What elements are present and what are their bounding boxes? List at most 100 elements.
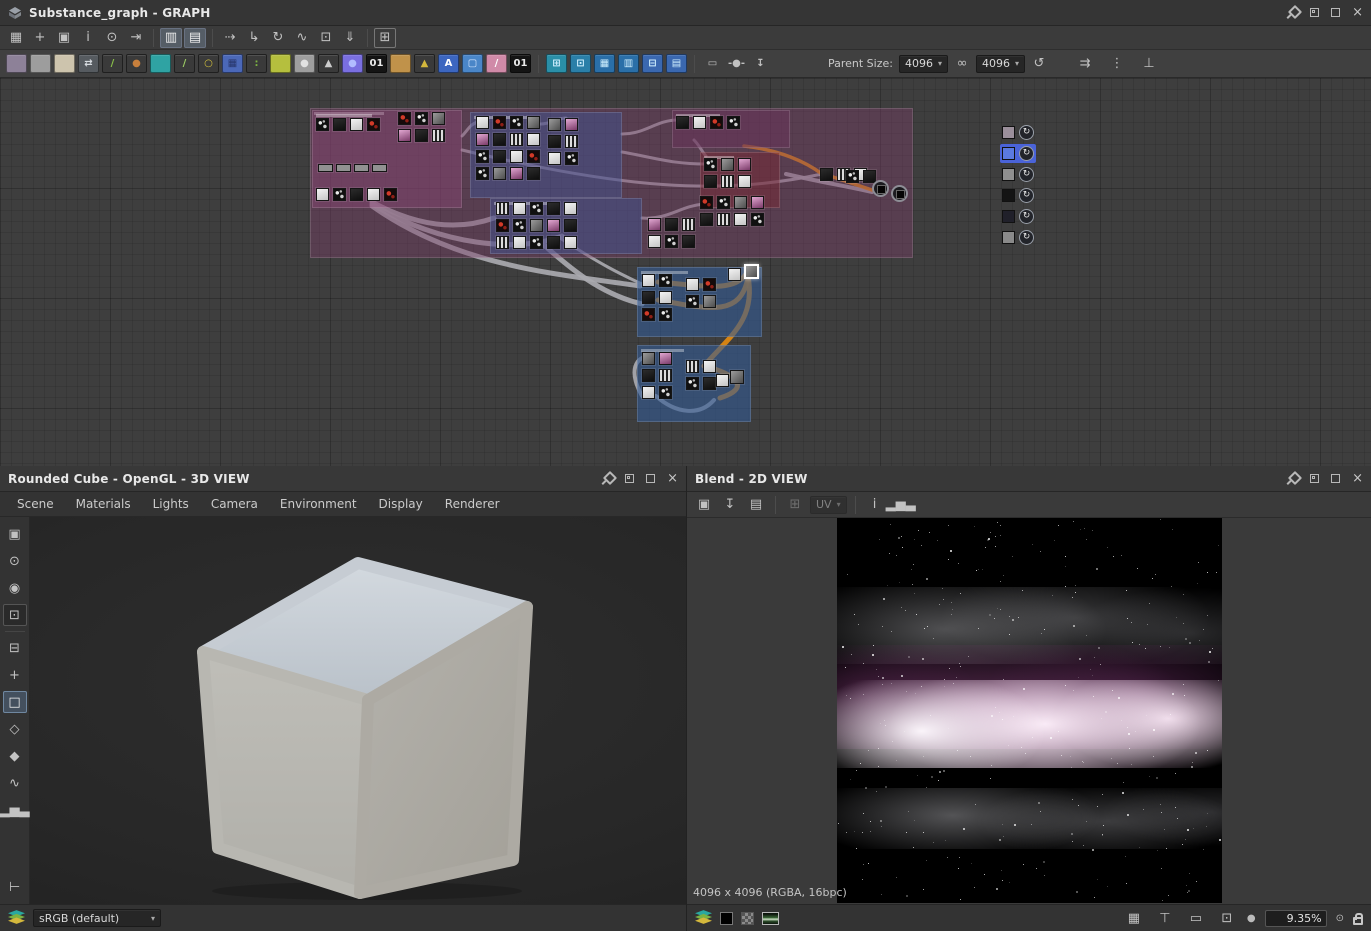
graph-node[interactable]: [642, 291, 655, 304]
graph-node[interactable]: [510, 167, 523, 180]
graph-node[interactable]: [728, 268, 741, 281]
focus-output-icon[interactable]: ⇥: [125, 28, 147, 48]
graph-node[interactable]: [372, 164, 387, 172]
close-icon[interactable]: ×: [667, 472, 678, 485]
curve-node-icon[interactable]: /: [102, 54, 123, 73]
graph-output-row[interactable]: ↻: [1000, 123, 1036, 142]
graph-node[interactable]: [493, 150, 506, 163]
graph-node[interactable]: [730, 370, 744, 384]
graph-node[interactable]: [686, 360, 699, 373]
graph-node[interactable]: [682, 235, 695, 248]
graph-node[interactable]: [367, 118, 380, 131]
bitmap-node-icon[interactable]: [6, 54, 27, 73]
transform-node-icon[interactable]: [150, 54, 171, 73]
graph-node[interactable]: [682, 218, 695, 231]
alpha-checker-icon[interactable]: [741, 912, 754, 925]
graph-node[interactable]: [734, 196, 747, 209]
beige-blob-node-icon[interactable]: [54, 54, 75, 73]
graph-node[interactable]: [721, 175, 734, 188]
graph-node[interactable]: [350, 188, 363, 201]
graph-node[interactable]: [565, 135, 578, 148]
graph-node[interactable]: [510, 150, 523, 163]
wrench-icon[interactable]: ∿: [3, 772, 27, 794]
graph-output-node[interactable]: [891, 185, 908, 202]
graph-node[interactable]: [703, 377, 716, 390]
graph-node[interactable]: [510, 116, 523, 129]
texture-preview[interactable]: [837, 518, 1222, 903]
graph-node[interactable]: [564, 236, 577, 249]
link-mode-curved-icon[interactable]: ▤: [184, 28, 206, 48]
graph-node[interactable]: [336, 164, 351, 172]
graph-node[interactable]: [415, 129, 428, 142]
graph-node[interactable]: [527, 167, 540, 180]
graph-output-row[interactable]: ↻: [1000, 207, 1036, 226]
graph-node[interactable]: [350, 118, 363, 131]
material-ball-icon[interactable]: ◉: [3, 577, 27, 599]
graph-node[interactable]: [693, 116, 706, 129]
graph-node[interactable]: [565, 118, 578, 131]
mirror-icon[interactable]: ▥: [618, 54, 639, 73]
gradient-node-icon[interactable]: ▲: [318, 54, 339, 73]
gradient-map-node-icon[interactable]: [390, 54, 411, 73]
graph-node[interactable]: [700, 213, 713, 226]
graph-node[interactable]: [415, 112, 428, 125]
dot-link-icon[interactable]: -●-: [726, 54, 747, 73]
graph-node[interactable]: [530, 219, 543, 232]
graph-node[interactable]: [496, 202, 509, 215]
graph-node[interactable]: [367, 188, 380, 201]
parent-size-height-select[interactable]: 4096▾: [976, 55, 1025, 73]
comment-icon[interactable]: ▭: [702, 54, 723, 73]
colorspace-select[interactable]: sRGB (default)▾: [33, 909, 161, 927]
graph-node[interactable]: [513, 219, 526, 232]
screenshot-icon[interactable]: ▣: [53, 28, 75, 48]
graph-node[interactable]: [686, 278, 699, 291]
pin-icon[interactable]: [1285, 6, 1298, 19]
panel-icon[interactable]: ▤: [666, 54, 687, 73]
menu-camera[interactable]: Camera: [200, 497, 269, 511]
graph-node[interactable]: [665, 235, 678, 248]
graph-output-row[interactable]: ↻: [1000, 186, 1036, 205]
mesh-axes-icon[interactable]: +: [3, 664, 27, 686]
pan-tool-icon[interactable]: +: [29, 28, 51, 48]
graph-node[interactable]: [548, 135, 561, 148]
graph-node[interactable]: [648, 218, 661, 231]
graph-node[interactable]: [513, 236, 526, 249]
pin-icon[interactable]: [1285, 472, 1298, 485]
material-link-icon[interactable]: ⇢: [219, 28, 241, 48]
maximize-icon[interactable]: [1331, 474, 1340, 483]
transform2d-icon[interactable]: ⊞: [546, 54, 567, 73]
transform-gizmo-icon[interactable]: ⊞: [784, 495, 806, 515]
graph-node[interactable]: [530, 236, 543, 249]
graph-node[interactable]: [727, 116, 740, 129]
graph-node[interactable]: [703, 278, 716, 291]
graph-node[interactable]: [642, 369, 655, 382]
graph-node[interactable]: [333, 118, 346, 131]
graph-node[interactable]: [738, 175, 751, 188]
slope-node-icon[interactable]: /: [174, 54, 195, 73]
copy-image-icon[interactable]: ▤: [745, 495, 767, 515]
graph-node[interactable]: [398, 129, 411, 142]
stack-icon[interactable]: ⊟: [642, 54, 663, 73]
info-icon[interactable]: i: [77, 28, 99, 48]
graph-node[interactable]: [686, 295, 699, 308]
menu-renderer[interactable]: Renderer: [434, 497, 511, 511]
graph-node[interactable]: [527, 133, 540, 146]
graph-node[interactable]: [493, 167, 506, 180]
display-settings-icon[interactable]: ▣: [3, 523, 27, 545]
graph-output-row[interactable]: ↻: [1000, 165, 1036, 184]
graph-node[interactable]: [432, 129, 445, 142]
graph-node[interactable]: [354, 164, 369, 172]
graph-output-row[interactable]: ↻: [1000, 144, 1036, 163]
reset-size-icon[interactable]: ↺: [1031, 54, 1047, 74]
graph-node[interactable]: [316, 188, 329, 201]
link-size-icon[interactable]: ∞: [954, 54, 970, 74]
mesh-plane-icon[interactable]: ⊟: [3, 637, 27, 659]
search-icon[interactable]: ⊙: [101, 28, 123, 48]
float-icon[interactable]: [1310, 474, 1319, 483]
graph-node[interactable]: [547, 236, 560, 249]
camera-icon[interactable]: ⊡: [3, 604, 27, 626]
light-icon[interactable]: ⊙: [3, 550, 27, 572]
graph-node[interactable]: [548, 118, 561, 131]
graph-node[interactable]: [548, 152, 561, 165]
close-icon[interactable]: ×: [1352, 472, 1363, 485]
